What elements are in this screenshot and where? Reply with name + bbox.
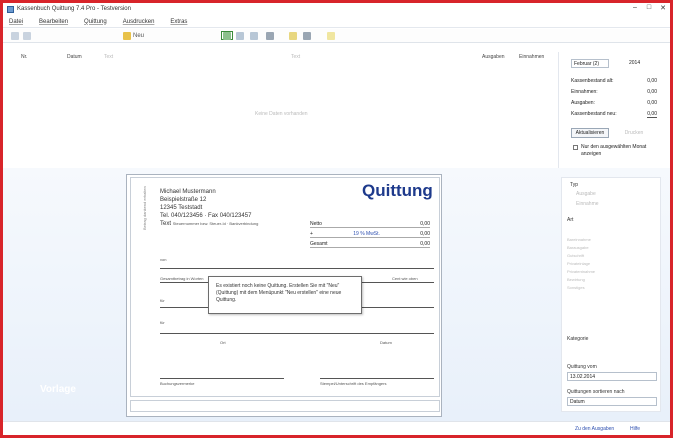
- side-text: Betrag dankend erhalten: [142, 186, 147, 230]
- date-field[interactable]: 13.02.2014: [567, 372, 657, 381]
- maximize-icon[interactable]: □: [644, 4, 654, 12]
- empty-list-hint: Keine Daten vorhanden: [255, 111, 308, 117]
- save-button[interactable]: [221, 31, 233, 40]
- divider: [160, 268, 434, 269]
- copy-icon[interactable]: [250, 31, 258, 40]
- summary-row: Einnahmen: 0,00: [571, 89, 657, 95]
- close-icon[interactable]: ✕: [658, 4, 668, 12]
- save-icon: [223, 31, 231, 40]
- receipt-page-2: [130, 400, 440, 412]
- sender-tax: Text Steuernummer bzw. Steuer-Id · Bankv…: [160, 221, 259, 227]
- label-von: von: [160, 257, 167, 262]
- user-icon[interactable]: [303, 31, 311, 40]
- label-datum: Datum: [380, 340, 392, 345]
- edit-icon[interactable]: [236, 31, 244, 40]
- back-icon[interactable]: [11, 31, 19, 40]
- status-link-ausgaben[interactable]: Zu den Ausgaben: [575, 426, 614, 432]
- print-summary-button[interactable]: Drucken: [615, 128, 653, 138]
- document-title: Quittung: [362, 181, 433, 200]
- netto-row: Netto 0,00: [310, 218, 430, 228]
- art-list[interactable]: Bareinnahme Barausgabe Gutschrift Privat…: [567, 237, 657, 307]
- year-value[interactable]: 2014: [629, 60, 640, 66]
- sender-phone: Tel. 040/123456 · Fax 040/123457: [160, 213, 252, 219]
- list-item[interactable]: Privateinlage: [567, 261, 657, 269]
- status-link-hilfe[interactable]: Hilfe: [630, 426, 640, 432]
- new-button[interactable]: Neu: [123, 31, 144, 40]
- gesamt-row: Gesamt 0,00: [310, 238, 430, 248]
- col-ausgaben[interactable]: Ausgaben: [482, 54, 505, 60]
- menu-bearbeiten[interactable]: Bearbeiten: [39, 19, 68, 25]
- summary-row: Ausgaben: 0,00: [571, 100, 657, 106]
- sender-city: 12345 Teststadt: [160, 205, 203, 211]
- col-text[interactable]: Text: [104, 54, 113, 60]
- menu-datei[interactable]: Datei: [9, 19, 23, 25]
- amount-table: Netto 0,00 +19 % MwSt. 0,00 Gesamt 0,00: [310, 218, 430, 248]
- month-select[interactable]: Februar (2): [571, 59, 609, 68]
- preview-icon[interactable]: [289, 31, 297, 40]
- minimize-icon[interactable]: –: [630, 4, 640, 12]
- col-datum[interactable]: Datum: [67, 54, 82, 60]
- col-text2[interactable]: Text: [291, 54, 300, 60]
- print-icon[interactable]: [266, 31, 274, 40]
- list-item[interactable]: Sonstiges: [567, 285, 657, 293]
- menu-extras[interactable]: Extras: [170, 19, 187, 25]
- help-icon[interactable]: [327, 31, 335, 40]
- title-bar: Kassenbuch Quittung 7.4 Pro - Testversio…: [3, 3, 670, 15]
- label-ort: Ort: [220, 340, 226, 345]
- label-stempel: Stempel/Unterschrift des Empfängers: [320, 381, 387, 386]
- status-bar: Zu den Ausgaben Hilfe: [3, 421, 670, 435]
- info-popup: Es existiert noch keine Quittung. Erstel…: [208, 276, 362, 314]
- month-filter-checkbox[interactable]: Nur den ausgewählten Monat anzeigen: [573, 144, 665, 158]
- folder-icon: [123, 31, 131, 40]
- col-nr[interactable]: Nr.: [21, 54, 27, 60]
- label-betrag-worten: Gesamtbetrag in Worten: [160, 276, 204, 281]
- summary-row: Kassenbestand neu: 0,00: [571, 111, 657, 118]
- sort-label: Quittungen sortieren nach: [567, 389, 625, 395]
- list-item[interactable]: Barausgabe: [567, 245, 657, 253]
- watermark-vorlage: Vorlage: [40, 384, 76, 395]
- sender-street: Beispielstraße 12: [160, 197, 207, 203]
- signature-line: [320, 378, 434, 379]
- menu-quittung[interactable]: Quittung: [84, 19, 107, 25]
- checkbox-icon: [573, 145, 578, 150]
- update-button[interactable]: Aktualisieren: [571, 128, 609, 138]
- summary-row: Kassenbestand alt: 0,00: [571, 78, 657, 84]
- app-icon: [7, 5, 14, 13]
- table-header: Nr. Datum Text Text Ausgaben Einnahmen: [3, 52, 555, 62]
- toolbar: Neu: [3, 29, 670, 43]
- datum-label: Quittung vom: [567, 364, 597, 370]
- kategorie-label: Kategorie: [567, 336, 589, 342]
- forward-icon[interactable]: [23, 31, 31, 40]
- typ-option-einnahme[interactable]: Einnahme: [576, 201, 599, 207]
- col-einnahmen[interactable]: Einnahmen: [519, 54, 544, 60]
- list-item[interactable]: Privatentnahme: [567, 269, 657, 277]
- tax-row: +19 % MwSt. 0,00: [310, 228, 430, 238]
- list-item[interactable]: Bewirtung: [567, 277, 657, 285]
- typ-option-ausgabe[interactable]: Ausgabe: [576, 191, 596, 197]
- sender-block: Michael Mustermann Beispielstraße 12 123…: [160, 188, 258, 228]
- window-title: Kassenbuch Quittung 7.4 Pro - Testversio…: [17, 6, 131, 12]
- menu-ausdrucken[interactable]: Ausdrucken: [123, 19, 155, 25]
- sort-select[interactable]: Datum: [567, 397, 657, 406]
- list-item[interactable]: Gutschrift: [567, 253, 657, 261]
- label-cent: Cent wie oben: [392, 276, 418, 281]
- label-buchung: Buchungsvermerke: [160, 381, 195, 386]
- menu-bar: Datei Bearbeiten Quittung Ausdrucken Ext…: [3, 16, 670, 28]
- signature-line: [160, 378, 284, 379]
- summary-panel: Februar (2) 2014 Kassenbestand alt: 0,00 …: [558, 52, 670, 168]
- typ-label: Typ: [570, 182, 579, 188]
- divider: [160, 333, 434, 334]
- sender-name: Michael Mustermann: [160, 189, 216, 195]
- label-fuer: für: [160, 298, 165, 303]
- list-item[interactable]: Bareinnahme: [567, 237, 657, 245]
- label-fuer-2: für: [160, 320, 165, 325]
- art-label: Art: [567, 217, 574, 223]
